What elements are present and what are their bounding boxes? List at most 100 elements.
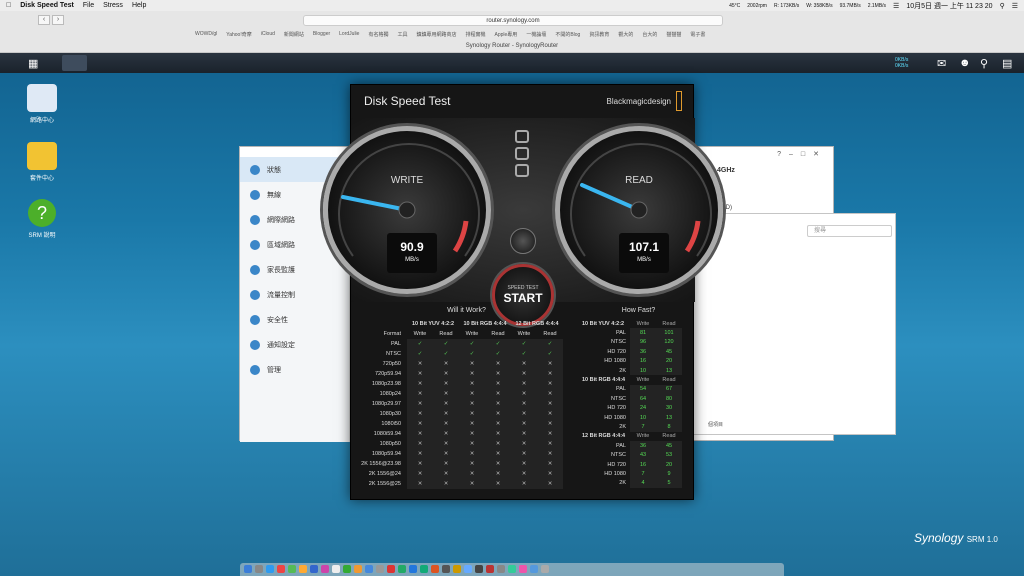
sidebar-item-notification[interactable]: 通知設定 [240,332,349,357]
sidebar-item-label: 狀態 [267,166,281,174]
address-bar[interactable]: router.synology.com [303,15,723,26]
bookmark-item[interactable]: 鎮鎮專用網路商店 [416,31,456,38]
search-input[interactable]: 搜尋 [807,225,892,237]
bookmark-item[interactable]: 台大的 [642,31,657,38]
app-icon[interactable] [310,565,318,573]
package-icon [27,142,57,170]
bookmark-item[interactable]: 工具 [397,31,407,38]
app-icon[interactable] [398,565,406,573]
clock[interactable]: 10月5日 週一 上午 11 23 20 [906,1,992,11]
read-speed-cell: 53 [656,450,682,460]
app-icon[interactable] [321,565,329,573]
notification-icon[interactable]: ☰ [1012,2,1018,10]
forward-button[interactable]: › [52,15,64,25]
app-icon[interactable] [288,565,296,573]
group-header: 10 Bit RGB 4:4:4 [582,377,626,384]
bookmark-item[interactable]: 一機論壇 [526,31,546,38]
bookmark-item[interactable]: WOWD/gl [195,31,217,38]
wifi-icon [250,189,260,200]
table-row: 1080p50 ✕ ✕ ✕ ✕ ✕ ✕ [351,439,563,449]
bookmark-item[interactable]: Blogger [313,31,330,38]
option-button-2[interactable] [515,147,529,160]
read-gauge: READ 107.1 MB/s [555,126,723,294]
cross-icon: ✕ [407,479,433,489]
bookmark-item[interactable]: 排程實機 [466,31,486,38]
wifi-icon[interactable]: ☰ [893,2,899,10]
word-icon[interactable] [409,565,417,573]
bookmark-item[interactable]: 新聞網站 [284,31,304,38]
menu-stress[interactable]: Stress [103,2,123,9]
sidebar-item-label: 網際網路 [267,216,295,224]
cross-icon: ✕ [433,419,459,429]
bookmark-item[interactable]: 有名格獨 [368,31,388,38]
app-icon[interactable] [497,565,505,573]
apple-icon[interactable]:  [6,2,11,9]
bookmark-item[interactable]: Apple專用 [495,31,518,38]
app-icon[interactable] [332,565,340,573]
cross-icon: ✕ [537,479,563,489]
menu-help[interactable]: Help [132,2,146,9]
option-button-1[interactable] [515,130,529,143]
bookmark-item[interactable]: LordJulie [339,31,359,38]
app-icon[interactable] [453,565,461,573]
app-icon[interactable] [365,565,373,573]
app-icon[interactable] [343,565,351,573]
chat-icon[interactable]: ✉ [937,57,946,70]
app-icon[interactable] [486,565,494,573]
search-icon[interactable]: ⚲ [1000,2,1005,10]
bookmark-item[interactable]: Yahoo!奇摩 [226,31,251,38]
cross-icon: ✕ [407,379,433,389]
widgets-icon[interactable]: ▤ [1002,57,1012,70]
app-icon[interactable] [299,565,307,573]
bookmark-item[interactable]: 資訊教育 [589,31,609,38]
cross-icon: ✕ [511,399,537,409]
menu-file[interactable]: File [83,2,94,9]
desktop-icon-package-center[interactable]: 套件中心 [17,142,67,182]
nav-buttons: ‹ › [38,15,64,25]
sidebar-item-management[interactable]: 管理 [240,357,349,382]
bookmark-item[interactable]: 不開的Blog [555,31,580,38]
read-speed-cell: 9 [656,469,682,479]
app-icon[interactable] [530,565,538,573]
app-icon[interactable] [387,565,395,573]
cross-icon: ✕ [459,389,485,399]
powerpoint-icon[interactable] [431,565,439,573]
app-icon[interactable] [354,565,362,573]
main-menu-icon[interactable]: ▦ [28,57,38,70]
app-icon[interactable] [519,565,527,573]
bookmark-item[interactable]: 猫猫猫 [666,31,681,38]
cross-icon: ✕ [485,419,511,429]
safari-icon[interactable] [266,565,274,573]
app-icon[interactable] [442,565,450,573]
search-icon[interactable]: ⚲ [980,57,988,70]
taskbar-app-icon[interactable] [62,55,87,71]
check-icon: ✓ [407,349,433,359]
app-icon[interactable] [464,565,472,573]
app-icon[interactable] [475,565,483,573]
desktop-icon-network-center[interactable]: 網路中心 [17,84,67,124]
bookmark-item[interactable]: 觀大的 [618,31,633,38]
table-row: 2K 10 13 [582,365,682,376]
sidebar-item-security[interactable]: 安全性 [240,307,349,332]
app-icon[interactable] [277,565,285,573]
cross-icon: ✕ [485,469,511,479]
bookmark-item[interactable]: iCloud [261,31,275,38]
launchpad-icon[interactable] [255,565,263,573]
check-icon: ✓ [537,339,563,349]
user-icon[interactable]: ☻ [959,57,971,69]
back-button[interactable]: ‹ [38,15,50,25]
settings-gear-icon[interactable] [510,228,536,254]
app-name[interactable]: Disk Speed Test [20,2,74,9]
option-button-3[interactable] [515,164,529,177]
desktop-icon-srm-help[interactable]: ? SRM 說明 [17,199,67,239]
trash-icon[interactable] [541,565,549,573]
table-row: HD 1080 10 13 [582,412,682,423]
window-controls[interactable]: ?–□✕ [777,150,827,158]
app-icon[interactable] [508,565,516,573]
bookmark-item[interactable]: 電子書 [690,31,705,38]
app-icon[interactable] [376,565,384,573]
cross-icon: ✕ [511,449,537,459]
excel-icon[interactable] [420,565,428,573]
tab-title[interactable]: Synology Router - SynologyRouter [0,43,1024,49]
finder-icon[interactable] [244,565,252,573]
